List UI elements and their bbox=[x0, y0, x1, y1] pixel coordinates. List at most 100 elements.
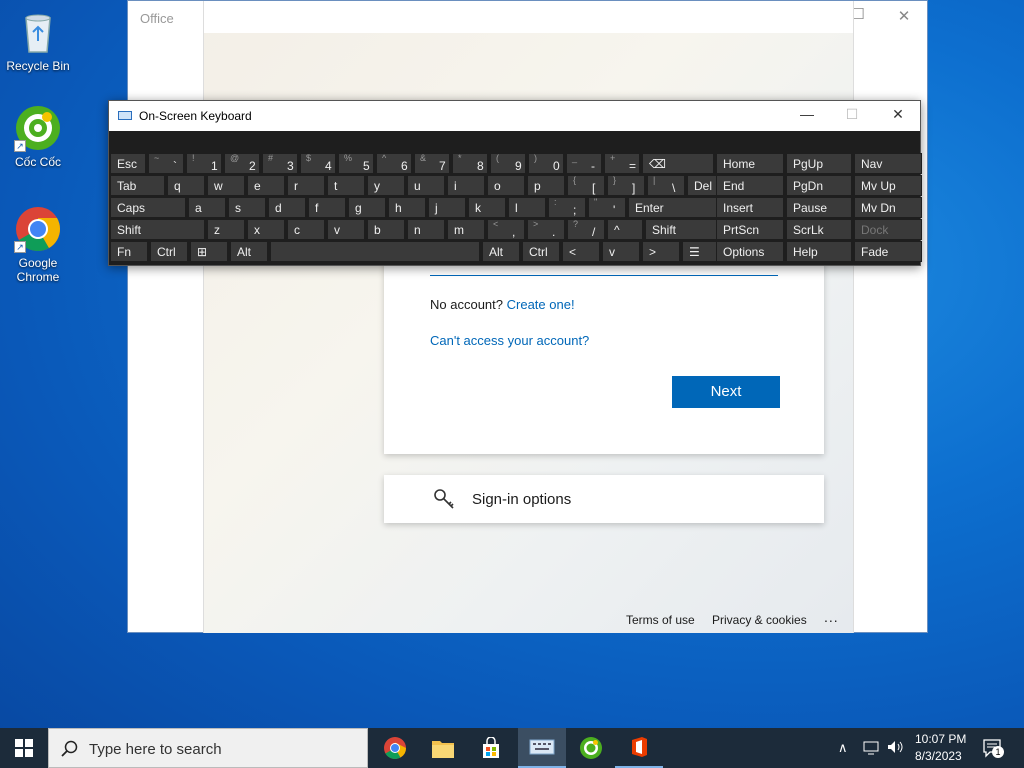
email-field-underline[interactable] bbox=[430, 275, 778, 276]
osk-key[interactable]: v bbox=[327, 219, 365, 240]
osk-key[interactable]: r bbox=[287, 175, 325, 196]
cant-access-link[interactable]: Can't access your account? bbox=[430, 333, 589, 348]
osk-key[interactable]: > bbox=[642, 241, 680, 262]
osk-nav-key[interactable]: Fade bbox=[854, 241, 922, 262]
osk-key[interactable]: % 5 bbox=[338, 153, 374, 174]
osk-key[interactable]: j bbox=[428, 197, 466, 218]
osk-key[interactable]: + = bbox=[604, 153, 640, 174]
osk-nav-key[interactable]: Options bbox=[716, 241, 784, 262]
osk-key[interactable]: Alt bbox=[482, 241, 520, 262]
osk-key[interactable]: Ctrl bbox=[150, 241, 188, 262]
osk-key[interactable]: o bbox=[487, 175, 525, 196]
close-icon[interactable]: ✕ bbox=[892, 7, 916, 25]
osk-key[interactable]: @2 bbox=[224, 153, 260, 174]
osk-key[interactable]: z bbox=[207, 219, 245, 240]
osk-key[interactable]: ^ bbox=[607, 219, 643, 240]
volume-icon[interactable] bbox=[886, 739, 904, 758]
osk-key[interactable]: h bbox=[388, 197, 426, 218]
osk-key[interactable]: k bbox=[468, 197, 506, 218]
osk-key[interactable]: Caps bbox=[110, 197, 186, 218]
osk-key[interactable]: * 8 bbox=[452, 153, 488, 174]
osk-key[interactable]: n bbox=[407, 219, 445, 240]
osk-key[interactable]: u bbox=[407, 175, 445, 196]
osk-nav-key[interactable]: PrtScn bbox=[716, 219, 784, 240]
more-options-button[interactable]: ... bbox=[824, 609, 839, 625]
osk-key[interactable]: ) 0 bbox=[528, 153, 564, 174]
osk-key[interactable]: l bbox=[508, 197, 546, 218]
osk-key[interactable]: ⊞ bbox=[190, 241, 228, 262]
osk-key[interactable]: Ctrl bbox=[522, 241, 560, 262]
osk-key[interactable]: e bbox=[247, 175, 285, 196]
osk-key[interactable]: Shift bbox=[110, 219, 205, 240]
osk-nav-key[interactable]: Pause bbox=[786, 197, 852, 218]
osk-key[interactable]: g bbox=[348, 197, 386, 218]
terms-link[interactable]: Terms of use bbox=[626, 613, 695, 627]
osk-key[interactable]: :; bbox=[548, 197, 586, 218]
osk-key[interactable] bbox=[270, 241, 480, 262]
osk-nav-key[interactable]: Mv Dn bbox=[854, 197, 922, 218]
next-button[interactable]: Next bbox=[672, 376, 780, 408]
osk-key[interactable]: Fn bbox=[110, 241, 148, 262]
osk-key[interactable]: & 7 bbox=[414, 153, 450, 174]
osk-key[interactable]: }] bbox=[607, 175, 645, 196]
osk-key[interactable]: ~ ` bbox=[148, 153, 184, 174]
privacy-link[interactable]: Privacy & cookies bbox=[712, 613, 807, 627]
osk-key[interactable]: (9 bbox=[490, 153, 526, 174]
clock-date[interactable]: 8/3/2023 bbox=[915, 749, 962, 763]
osk-key[interactable]: y bbox=[367, 175, 405, 196]
close-icon[interactable]: ✕ bbox=[888, 106, 908, 123]
osk-nav-key[interactable]: PgDn bbox=[786, 175, 852, 196]
osk-key[interactable]: f bbox=[308, 197, 346, 218]
osk-key[interactable]: $4 bbox=[300, 153, 336, 174]
osk-key[interactable]: ^ 6 bbox=[376, 153, 412, 174]
osk-key[interactable]: ☰ bbox=[682, 241, 720, 262]
osk-key[interactable]: " ' bbox=[588, 197, 626, 218]
taskbar-office[interactable] bbox=[615, 728, 663, 768]
osk-key[interactable]: {[ bbox=[567, 175, 605, 196]
taskbar-store[interactable] bbox=[467, 728, 515, 768]
osk-nav-key[interactable]: Home bbox=[716, 153, 784, 174]
taskbar-coccoc[interactable] bbox=[567, 728, 615, 768]
osk-key[interactable]: c bbox=[287, 219, 325, 240]
osk-nav-key[interactable]: ScrLk bbox=[786, 219, 852, 240]
create-account-link[interactable]: Create one! bbox=[507, 297, 575, 312]
osk-key[interactable]: q bbox=[167, 175, 205, 196]
osk-nav-key[interactable]: End bbox=[716, 175, 784, 196]
desktop-icon-coccoc[interactable]: ↗ Cốc Cốc bbox=[4, 104, 72, 169]
clock-time[interactable]: 10:07 PM bbox=[915, 732, 966, 746]
desktop-icon-chrome[interactable]: ↗ Google Chrome bbox=[4, 205, 72, 284]
taskbar-osk[interactable] bbox=[518, 728, 566, 768]
taskbar-chrome[interactable] bbox=[371, 728, 419, 768]
osk-nav-key[interactable]: Nav bbox=[854, 153, 922, 174]
osk-key[interactable]: ? / bbox=[567, 219, 605, 240]
osk-key[interactable]: #3 bbox=[262, 153, 298, 174]
osk-key[interactable]: i bbox=[447, 175, 485, 196]
osk-key[interactable]: v bbox=[602, 241, 640, 262]
osk-key[interactable]: _ - bbox=[566, 153, 602, 174]
osk-key[interactable]: Esc bbox=[110, 153, 146, 174]
show-hidden-icons-icon[interactable]: ∧ bbox=[838, 740, 848, 756]
taskbar-search-box[interactable]: Type here to search bbox=[48, 728, 368, 768]
osk-nav-key[interactable]: Help bbox=[786, 241, 852, 262]
osk-key[interactable]: t bbox=[327, 175, 365, 196]
osk-nav-key[interactable]: PgUp bbox=[786, 153, 852, 174]
osk-key[interactable]: Tab bbox=[110, 175, 165, 196]
start-button[interactable] bbox=[0, 728, 48, 768]
osk-key[interactable]: ⌫ bbox=[642, 153, 714, 174]
signin-options-card[interactable]: Sign-in options bbox=[384, 475, 824, 523]
osk-nav-key[interactable]: Insert bbox=[716, 197, 784, 218]
osk-key[interactable]: ! 1 bbox=[186, 153, 222, 174]
osk-key[interactable]: a bbox=[188, 197, 226, 218]
osk-nav-key[interactable]: Mv Up bbox=[854, 175, 922, 196]
taskbar-file-explorer[interactable] bbox=[419, 728, 467, 768]
osk-key[interactable]: >. bbox=[527, 219, 565, 240]
osk-key[interactable]: m bbox=[447, 219, 485, 240]
network-icon[interactable] bbox=[862, 739, 880, 758]
osk-key[interactable]: <, bbox=[487, 219, 525, 240]
osk-key[interactable]: w bbox=[207, 175, 245, 196]
notifications-icon[interactable]: 1 bbox=[982, 738, 1004, 761]
osk-key[interactable]: x bbox=[247, 219, 285, 240]
osk-key[interactable]: | \ bbox=[647, 175, 685, 196]
osk-key[interactable]: b bbox=[367, 219, 405, 240]
osk-key[interactable]: d bbox=[268, 197, 306, 218]
